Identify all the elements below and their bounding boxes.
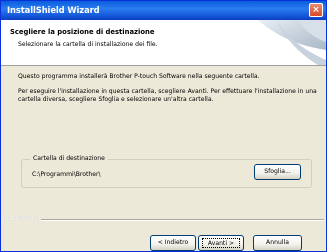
- back-button-label: < Indietro: [157, 239, 189, 246]
- destination-group-label: Cartella di destinazione: [30, 155, 108, 162]
- installshield-swoosh-icon: [258, 20, 326, 65]
- next-button-label: Avanti >: [207, 240, 235, 247]
- brand-divider: [41, 219, 324, 221]
- next-button-focus: Avanti >: [202, 238, 240, 248]
- destination-path: C:\Programmi\Brother\: [32, 171, 101, 178]
- info-paragraph-1: Questo programma installerà Brother P-to…: [18, 73, 260, 80]
- brand-row: InstallShield: [1, 215, 326, 225]
- cancel-button[interactable]: Annulla: [253, 235, 302, 251]
- installshield-wizard-window: InstallShield Wizard × Scegliere la posi…: [0, 0, 327, 252]
- wizard-header: Scegliere la posizione di destinazione S…: [1, 20, 326, 66]
- info-paragraph-2: Per eseguire l'installazione in questa c…: [18, 88, 317, 104]
- title-bar[interactable]: InstallShield Wizard ×: [1, 1, 326, 20]
- installshield-brand: InstallShield: [3, 215, 41, 222]
- browse-button[interactable]: Sfoglia...: [254, 164, 301, 180]
- header-subtitle: Selezionare la cartella di installazione…: [18, 41, 158, 48]
- header-title: Scegliere la posizione di destinazione: [10, 28, 155, 36]
- close-icon: ×: [312, 5, 320, 15]
- back-button[interactable]: < Indietro: [150, 235, 196, 251]
- close-button[interactable]: ×: [309, 3, 323, 17]
- cancel-button-label: Annulla: [266, 239, 289, 246]
- window-title: InstallShield Wizard: [7, 5, 100, 15]
- browse-button-label: Sfoglia...: [264, 168, 291, 175]
- next-button[interactable]: Avanti >: [198, 235, 244, 251]
